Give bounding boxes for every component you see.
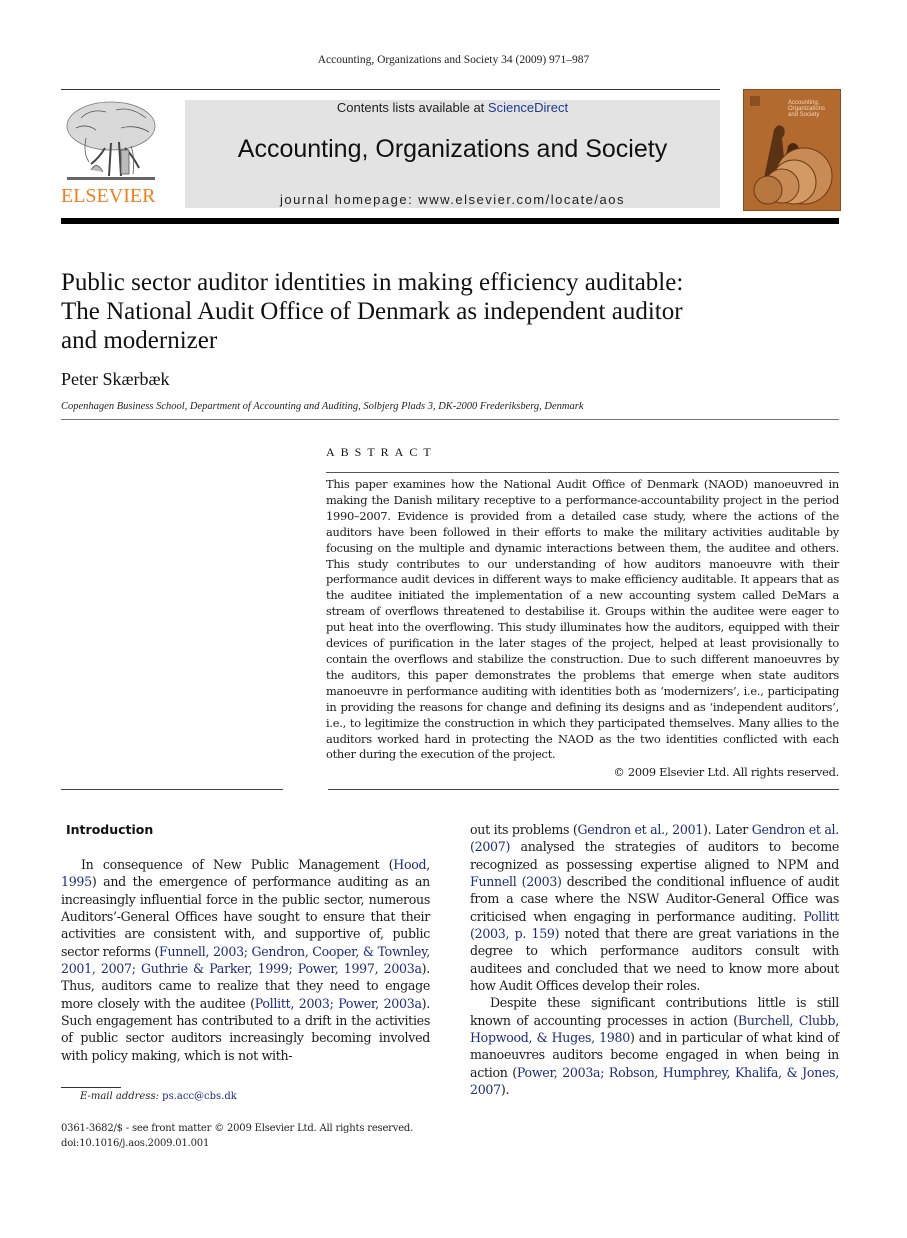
citation-link[interactable]: Pollitt, 2003; Power, 2003a bbox=[255, 996, 422, 1011]
abstract-rule bbox=[326, 472, 839, 473]
abstract-copyright: © 2009 Elsevier Ltd. All rights reserved… bbox=[613, 765, 839, 779]
article-title: Public sector auditor identities in maki… bbox=[61, 268, 841, 355]
right-column-rule bbox=[328, 789, 839, 790]
body-text: ). bbox=[500, 1082, 510, 1098]
email-link[interactable]: ps.acc@cbs.dk bbox=[162, 1091, 237, 1102]
running-head: Accounting, Organizations and Society 34… bbox=[317, 54, 590, 66]
doi-link[interactable]: doi:10.1016/j.aos.2009.01.001 bbox=[61, 1136, 413, 1151]
citation-link[interactable]: Gendron et al., 2001 bbox=[577, 822, 703, 837]
contents-prefix: Contents lists available at bbox=[336, 100, 488, 115]
footnote-email: E-mail address: ps.acc@cbs.dk bbox=[80, 1091, 237, 1102]
citation-link[interactable]: Funnell (2003) bbox=[470, 874, 562, 889]
paragraph: out its problems (Gendron et al., 2001).… bbox=[470, 821, 839, 994]
journal-cover-thumbnail[interactable]: Accounting, Organizations and Society bbox=[743, 89, 841, 211]
sciencedirect-link[interactable]: ScienceDirect bbox=[488, 100, 568, 115]
front-matter: 0361-3682/$ - see front matter © 2009 El… bbox=[61, 1121, 413, 1151]
elsevier-tree-icon bbox=[66, 101, 156, 180]
left-column-rule bbox=[61, 789, 283, 790]
email-label: E-mail address: bbox=[80, 1091, 159, 1102]
journal-homepage-link[interactable]: journal homepage: www.elsevier.com/locat… bbox=[185, 192, 720, 207]
elsevier-logo[interactable]: ELSEVIER bbox=[61, 98, 161, 210]
journal-title: Accounting, Organizations and Society bbox=[237, 135, 668, 163]
elsevier-wordmark: ELSEVIER bbox=[61, 185, 156, 207]
citation-link[interactable]: Power, 2003a; Robson, Humphrey, Khalifa,… bbox=[470, 1065, 839, 1097]
issn-line: 0361-3682/$ - see front matter © 2009 El… bbox=[61, 1123, 414, 1134]
body-column-left: In consequence of New Public Management … bbox=[61, 856, 430, 1064]
cover-title: Accounting, Organizations and Society bbox=[788, 100, 826, 118]
title-line: The National Audit Office of Denmark as … bbox=[61, 298, 683, 325]
contents-availability: Contents lists available at ScienceDirec… bbox=[185, 100, 720, 115]
body-text: analysed the strategies of auditors to b… bbox=[470, 839, 839, 872]
body-text: out its problems ( bbox=[470, 822, 578, 837]
header-top-rule bbox=[61, 89, 720, 90]
footnote-rule bbox=[61, 1087, 121, 1088]
author-name[interactable]: Peter Skærbæk bbox=[61, 369, 170, 390]
body-text: ). Later bbox=[703, 822, 752, 837]
title-line: Public sector auditor identities in maki… bbox=[61, 269, 684, 296]
header-thick-rule bbox=[61, 218, 839, 224]
journal-banner: Contents lists available at ScienceDirec… bbox=[185, 100, 720, 208]
section-heading-introduction: Introduction bbox=[66, 822, 154, 837]
title-line: and modernizer bbox=[61, 327, 218, 354]
body-text: In consequence of New Public Management … bbox=[81, 857, 394, 872]
abstract-text: This paper examines how the National Aud… bbox=[326, 477, 839, 762]
abstract-heading: ABSTRACT bbox=[326, 445, 437, 459]
body-column-right: out its problems (Gendron et al., 2001).… bbox=[470, 821, 839, 1099]
paragraph: Despite these significant contributions … bbox=[470, 994, 839, 1098]
paragraph: In consequence of New Public Management … bbox=[61, 856, 430, 1064]
author-affiliation: Copenhagen Business School, Department o… bbox=[61, 401, 584, 412]
affiliation-rule bbox=[61, 419, 839, 420]
